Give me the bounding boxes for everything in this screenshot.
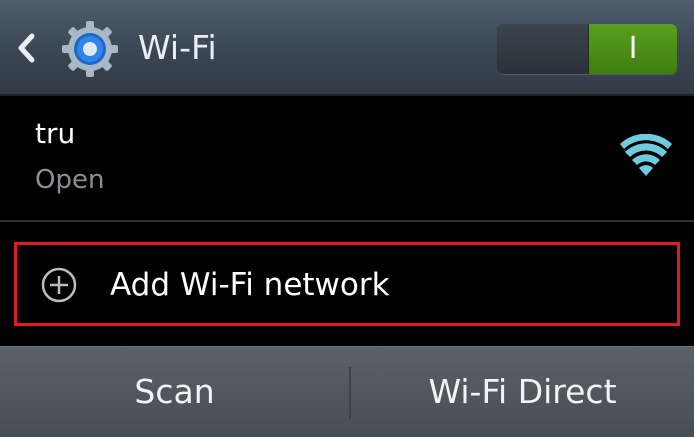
wifi-toggle[interactable]: I [497, 24, 677, 74]
wifi-signal-icon [620, 133, 672, 178]
network-name: tru [35, 117, 76, 150]
toggle-off-side [497, 24, 588, 74]
page-title: Wi-Fi [138, 28, 217, 67]
wifi-direct-button[interactable]: Wi-Fi Direct [351, 347, 694, 437]
back-button[interactable] [12, 26, 44, 70]
bottom-action-bar: Scan Wi-Fi Direct [0, 346, 694, 437]
scan-button[interactable]: Scan [0, 347, 349, 437]
toggle-on-knob: I [588, 24, 677, 74]
add-wifi-network-button[interactable]: Add Wi-Fi network [14, 242, 680, 326]
wifi-settings-screen: Wi-Fi I tru Open Add Wi-Fi network Scan … [0, 0, 694, 437]
chevron-left-icon [18, 33, 35, 63]
network-status: Open [35, 165, 105, 195]
add-wifi-network-label: Add Wi-Fi network [110, 267, 390, 303]
network-list-item[interactable]: tru Open [0, 96, 694, 220]
list-divider [0, 220, 694, 222]
gear-icon [60, 19, 120, 79]
action-bar: Wi-Fi I [0, 0, 694, 96]
plus-circle-icon [41, 267, 77, 303]
